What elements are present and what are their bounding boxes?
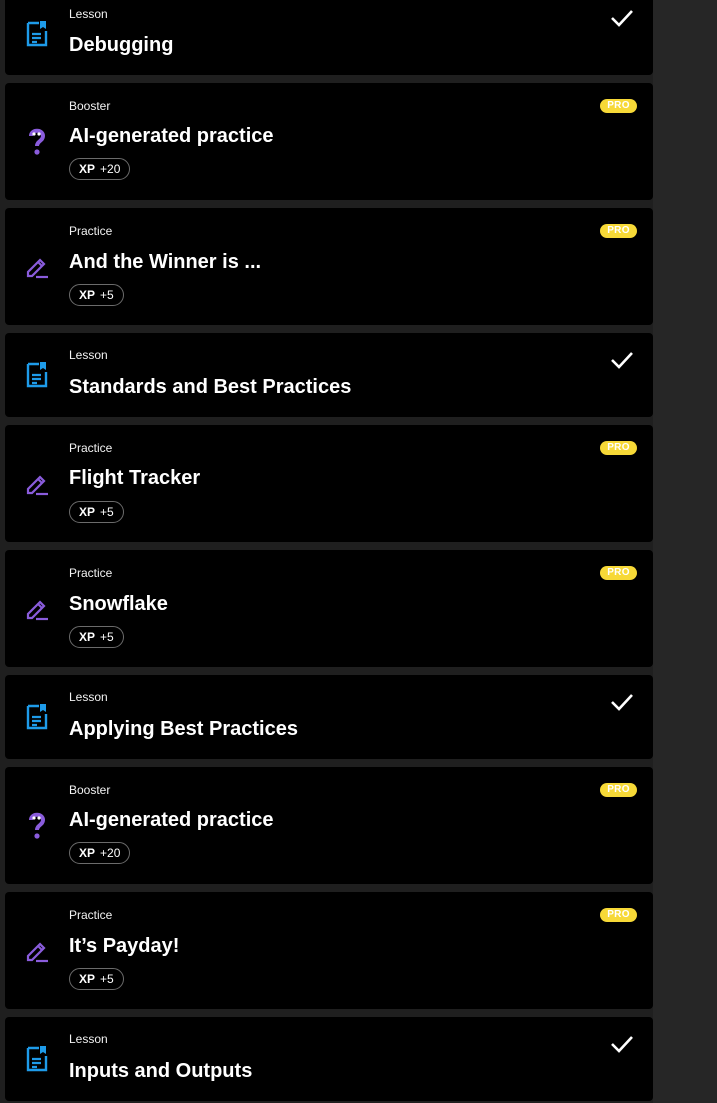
item-title: Debugging [69, 34, 174, 56]
xp-reward-pill: XP +5 [69, 501, 124, 523]
lesson-icon [23, 359, 51, 389]
item-type-label: Lesson [69, 348, 108, 362]
xp-reward-pill: XP +20 [69, 158, 131, 180]
lesson-card-applying-best-practices[interactable]: Lesson Applying Best Practices [5, 675, 653, 759]
item-type-label: Booster [69, 99, 111, 113]
xp-reward-pill: XP +5 [69, 968, 124, 990]
xp-label: XP [79, 288, 96, 302]
practice-card-flight-tracker[interactable]: Practice Flight Tracker XP +5 PRO [5, 425, 653, 542]
booster-question-icon [23, 126, 51, 156]
booster-card-ai-generated-practice[interactable]: Booster AI-generated practice XP +20 PRO [5, 83, 653, 200]
xp-value: +20 [100, 846, 121, 860]
item-type-label: Practice [69, 566, 113, 580]
lesson-card-standards-and-best-practices[interactable]: Lesson Standards and Best Practices [5, 333, 653, 417]
xp-value: +20 [100, 162, 121, 176]
lesson-list-page: Lesson Debugging Booster AI-generated pr… [0, 0, 717, 1103]
xp-reward-pill: XP +5 [69, 284, 124, 306]
item-title: Standards and Best Practices [69, 376, 352, 398]
item-title: It’s Payday! [69, 935, 180, 957]
item-title: Flight Tracker [69, 467, 201, 489]
completed-check-icon [611, 10, 633, 27]
xp-label: XP [79, 972, 96, 986]
completed-check-icon [611, 694, 633, 711]
xp-reward-pill: XP +5 [69, 626, 124, 648]
xp-value: +5 [100, 505, 114, 519]
item-type-label: Lesson [69, 690, 108, 704]
practice-card-snowflake[interactable]: Practice Snowflake XP +5 PRO [5, 550, 653, 667]
xp-label: XP [79, 505, 96, 519]
practice-pencil-icon [23, 593, 51, 623]
xp-label: XP [79, 846, 96, 860]
item-type-label: Practice [69, 441, 113, 455]
xp-value: +5 [100, 630, 114, 644]
item-title: Snowflake [69, 593, 168, 615]
pro-badge: PRO [600, 441, 637, 455]
practice-card-its-payday[interactable]: Practice It’s Payday! XP +5 PRO [5, 892, 653, 1009]
xp-reward-pill: XP +20 [69, 842, 131, 864]
xp-value: +5 [100, 288, 114, 302]
completed-check-icon [611, 1036, 633, 1053]
item-title: And the Winner is ... [69, 251, 262, 273]
right-gutter [653, 0, 717, 1103]
lesson-card-debugging[interactable]: Lesson Debugging [5, 0, 653, 75]
item-type-label: Practice [69, 908, 113, 922]
item-type-label: Lesson [69, 1032, 108, 1046]
xp-label: XP [79, 162, 96, 176]
module-item-list: Lesson Debugging Booster AI-generated pr… [5, 0, 653, 1103]
booster-question-icon [23, 810, 51, 840]
lesson-icon [23, 18, 51, 48]
practice-pencil-icon [23, 468, 51, 498]
practice-card-and-the-winner-is[interactable]: Practice And the Winner is ... XP +5 PRO [5, 208, 653, 325]
item-title: Applying Best Practices [69, 718, 298, 740]
pro-badge: PRO [600, 783, 637, 797]
item-title: Inputs and Outputs [69, 1060, 253, 1082]
practice-pencil-icon [23, 251, 51, 281]
practice-pencil-icon [23, 935, 51, 965]
item-type-label: Booster [69, 783, 111, 797]
lesson-icon [23, 701, 51, 731]
xp-value: +5 [100, 972, 114, 986]
booster-card-ai-generated-practice-2[interactable]: Booster AI-generated practice XP +20 PRO [5, 767, 653, 884]
item-title: AI-generated practice [69, 125, 274, 147]
lesson-icon [23, 1043, 51, 1073]
pro-badge: PRO [600, 224, 637, 238]
pro-badge: PRO [600, 908, 637, 922]
completed-check-icon [611, 352, 633, 369]
pro-badge: PRO [600, 566, 637, 580]
pro-badge: PRO [600, 99, 637, 113]
item-type-label: Practice [69, 224, 113, 238]
lesson-card-inputs-and-outputs[interactable]: Lesson Inputs and Outputs [5, 1017, 653, 1101]
item-type-label: Lesson [69, 7, 108, 21]
item-title: AI-generated practice [69, 809, 274, 831]
xp-label: XP [79, 630, 96, 644]
